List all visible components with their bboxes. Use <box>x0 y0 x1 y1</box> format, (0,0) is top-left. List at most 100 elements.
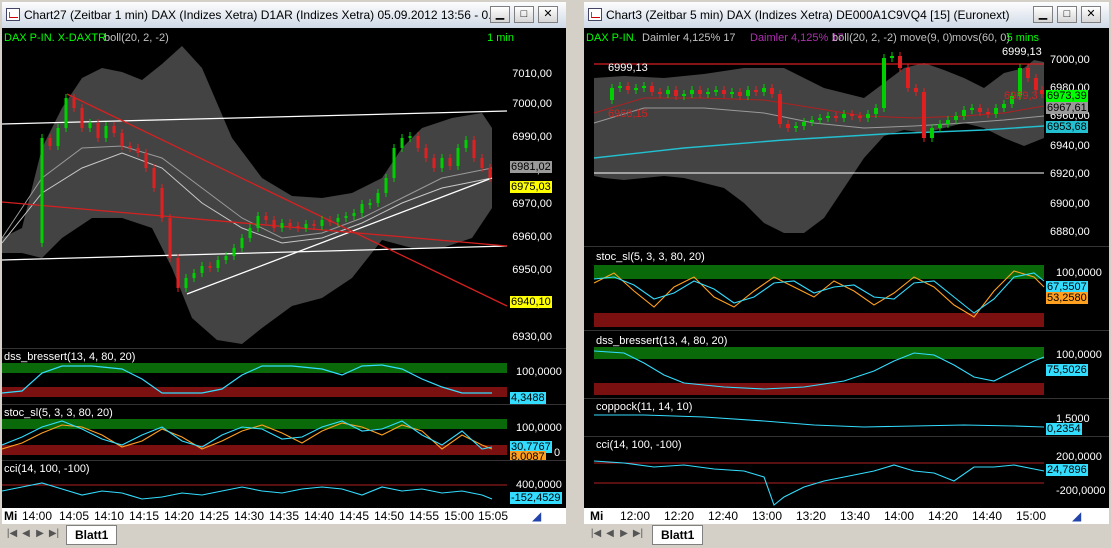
y-tick: 6880,00 <box>1050 226 1090 238</box>
minimize-button[interactable]: ▁ <box>1033 6 1053 23</box>
y-tick: 100,0000 <box>1056 267 1102 279</box>
candle-body <box>682 94 686 96</box>
candle-body <box>336 218 340 222</box>
prev-sheet-icon[interactable]: ◀ <box>20 528 32 540</box>
x-tick: 14:20 <box>164 509 195 523</box>
indicator-label: dss_bressert(13, 4, 80, 20) <box>4 351 136 363</box>
first-sheet-icon[interactable]: |◀ <box>6 528 18 540</box>
x-tick: 14:45 <box>339 509 370 523</box>
cci-indicator-panel[interactable]: cci(14, 100, -100) 400,0000 -152,4529 <box>2 460 566 507</box>
bollinger-band <box>2 46 492 344</box>
candle-body <box>144 153 148 168</box>
candle-body <box>890 56 894 58</box>
cci-indicator-panel[interactable]: cci(14, 100, -100) 200,0000 24,7896 -200… <box>584 436 1109 509</box>
first-sheet-icon[interactable]: |◀ <box>590 528 602 540</box>
candle-body <box>440 158 444 168</box>
candle-body <box>296 226 300 228</box>
candle-body <box>786 124 790 128</box>
candle-body <box>40 138 44 243</box>
y-tick: 7010,00 <box>512 68 552 80</box>
stoch-indicator-panel[interactable]: stoc_sl(5, 3, 3, 80, 20) 100,0000 30,776… <box>2 404 566 463</box>
x-tick: 14:50 <box>374 509 405 523</box>
sheet-tab[interactable]: Blatt1 <box>66 525 118 545</box>
candle-body <box>184 278 188 288</box>
close-button[interactable]: ✕ <box>538 6 558 23</box>
sheet-bar: |◀ ◀ ▶ ▶| Blatt1 <box>2 523 566 546</box>
sheet-tab[interactable]: Blatt1 <box>652 525 704 545</box>
next-sheet-icon[interactable]: ▶ <box>618 528 630 540</box>
candle-body <box>866 114 870 118</box>
x-tick: 14:55 <box>409 509 440 523</box>
candle-body <box>970 108 974 110</box>
x-tick: 12:40 <box>708 509 739 523</box>
dss-indicator-panel[interactable]: dss_bressert(13, 4, 80, 20) 100,0000 75,… <box>584 330 1109 399</box>
pin-icon[interactable]: ◢ <box>1072 509 1081 523</box>
candle-body <box>658 92 662 94</box>
stoch-indicator-panel[interactable]: stoc_sl(5, 3, 3, 80, 20) 100,0000 67,550… <box>584 246 1109 331</box>
candle-body <box>464 140 468 148</box>
candle-body <box>834 116 838 118</box>
minimize-button[interactable]: ▁ <box>490 6 510 23</box>
candle-body <box>472 140 476 158</box>
indicator-value-tag-2: 53,2580 <box>1046 292 1088 304</box>
price-chart[interactable]: DAX P-IN. X-DAXTR boll(20, 2, -2) 1 min … <box>2 28 566 348</box>
candle-body <box>320 220 324 226</box>
candle-body <box>104 126 108 138</box>
candle-body <box>376 193 380 203</box>
x-tick: 15:00 <box>1016 509 1047 523</box>
weekday-label: Mi <box>4 509 18 523</box>
x-tick: 14:00 <box>884 509 915 523</box>
indicator-value-tag: 24,7896 <box>1046 464 1088 476</box>
last-sheet-icon[interactable]: ▶| <box>48 528 60 540</box>
candle-body <box>280 223 284 228</box>
candle-body <box>352 213 356 216</box>
candle-body <box>762 88 766 92</box>
candle-body <box>456 148 460 166</box>
interval-label: 5 mins <box>1006 32 1039 44</box>
next-sheet-icon[interactable]: ▶ <box>34 528 46 540</box>
y-tick: 7000,00 <box>1050 54 1090 66</box>
last-sheet-icon[interactable]: ▶| <box>632 528 644 540</box>
main-legend-move: move(9, 0) <box>900 32 953 44</box>
candle-body <box>432 158 436 168</box>
candle-body <box>96 123 100 138</box>
candle-body <box>328 220 332 222</box>
candle-body <box>408 136 412 138</box>
maximize-button[interactable]: □ <box>514 6 534 23</box>
candle-body <box>80 108 84 128</box>
candle-body <box>930 128 934 138</box>
price-tag-trendline: 6940,10 <box>510 296 552 308</box>
window-titlebar[interactable]: Chart27 (Zeitbar 1 min) DAX (Indizes Xet… <box>2 2 566 29</box>
maximize-button[interactable]: □ <box>1057 6 1077 23</box>
price-chart[interactable]: DAX P-IN. Daimler 4,125% 17 Daimler 4,12… <box>584 28 1109 246</box>
candle-body <box>978 108 982 112</box>
x-tick: 14:30 <box>234 509 265 523</box>
candle-body <box>208 266 212 268</box>
dss-indicator-panel[interactable]: dss_bressert(13, 4, 80, 20) 100,0000 4,3… <box>2 348 566 405</box>
indicator-label: cci(14, 100, -100) <box>4 463 90 475</box>
candle-body <box>480 158 484 168</box>
candle-body <box>392 148 396 178</box>
candle-body <box>722 90 726 94</box>
candle-body <box>882 58 886 108</box>
coppock-indicator-panel[interactable]: coppock(11, 14, 10) 1,5000 0,2354 <box>584 398 1109 437</box>
candle-body <box>906 68 910 88</box>
price-annotation: 6999,13 <box>1002 46 1042 58</box>
candle-body <box>938 124 942 128</box>
indicator-value-tag: -152,4529 <box>510 492 562 504</box>
main-legend-boll: boll(20, 2, -2) <box>104 32 169 44</box>
candle-body <box>858 116 862 118</box>
candle-body <box>248 228 252 238</box>
prev-sheet-icon[interactable]: ◀ <box>604 528 616 540</box>
close-button[interactable]: ✕ <box>1081 6 1101 23</box>
price-tag-bollinger: 6981,02 <box>510 161 552 173</box>
candle-body <box>224 256 228 260</box>
candle-body <box>818 118 822 120</box>
pin-icon[interactable]: ◢ <box>532 509 541 523</box>
candle-body <box>642 86 646 88</box>
bollinger-band <box>594 60 1044 233</box>
candle-body <box>842 114 846 118</box>
x-tick: 15:00 <box>444 509 475 523</box>
window-titlebar[interactable]: Chart3 (Zeitbar 5 min) DAX (Indizes Xetr… <box>584 2 1109 29</box>
y-tick: 6990,00 <box>512 131 552 143</box>
